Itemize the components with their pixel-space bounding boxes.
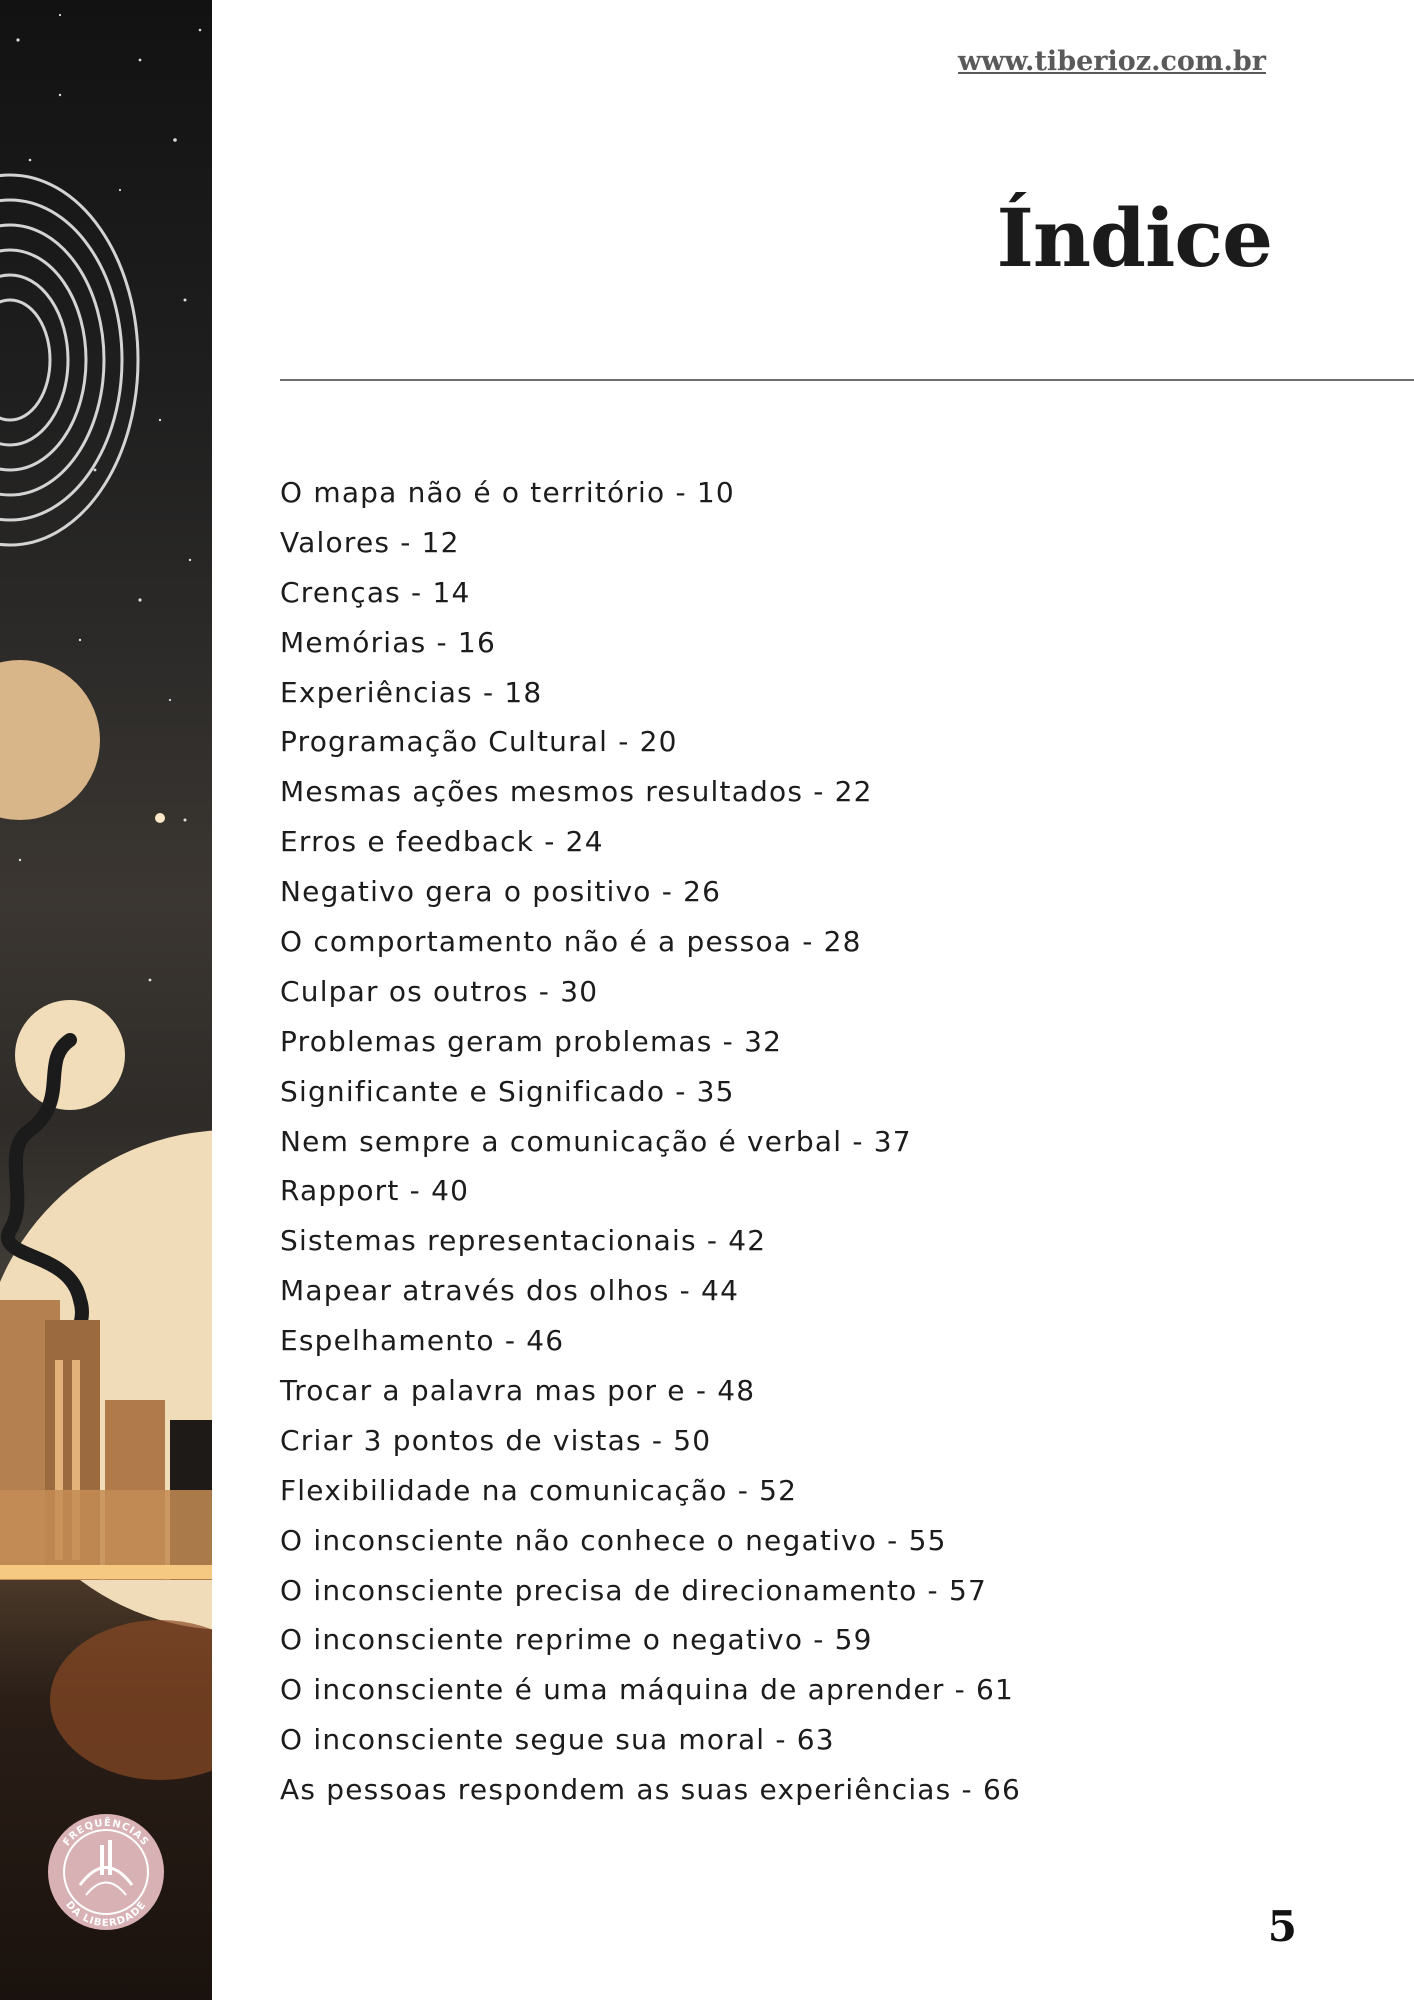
- swirl-lines: [0, 173, 140, 547]
- toc-item[interactable]: Sistemas representacionais - 42: [280, 1220, 1021, 1270]
- table-of-contents: O mapa não é o território - 10 Valores -…: [280, 472, 1021, 1819]
- page-number: 5: [1267, 1902, 1297, 1951]
- sidebar-artwork: FREQUÊNCIAS DA LIBERDADE: [0, 0, 212, 2000]
- toc-item[interactable]: O comportamento não é a pessoa - 28: [280, 921, 1021, 971]
- toc-item[interactable]: O inconsciente precisa de direcionamento…: [280, 1570, 1021, 1620]
- toc-item[interactable]: Crenças - 14: [280, 572, 1021, 622]
- toc-item[interactable]: Mapear através dos olhos - 44: [280, 1270, 1021, 1320]
- toc-item[interactable]: As pessoas respondem as suas experiência…: [280, 1769, 1021, 1819]
- page-title: Índice: [996, 191, 1273, 285]
- toc-item[interactable]: Erros e feedback - 24: [280, 821, 1021, 871]
- toc-item[interactable]: Nem sempre a comunicação é verbal - 37: [280, 1121, 1021, 1171]
- toc-item[interactable]: Criar 3 pontos de vistas - 50: [280, 1420, 1021, 1470]
- toc-item[interactable]: Programação Cultural - 20: [280, 721, 1021, 771]
- toc-item[interactable]: O mapa não é o território - 10: [280, 472, 1021, 522]
- toc-item[interactable]: O inconsciente não conhece o negativo - …: [280, 1520, 1021, 1570]
- toc-item[interactable]: Mesmas ações mesmos resultados - 22: [280, 771, 1021, 821]
- artwork-illustration: FREQUÊNCIAS DA LIBERDADE: [0, 13, 212, 1930]
- toc-item[interactable]: Flexibilidade na comunicação - 52: [280, 1470, 1021, 1520]
- moon-small: [15, 1000, 125, 1110]
- toc-item[interactable]: Espelhamento - 46: [280, 1320, 1021, 1370]
- toc-item[interactable]: Trocar a palavra mas por e - 48: [280, 1370, 1021, 1420]
- website-link[interactable]: www.tiberioz.com.br: [958, 46, 1266, 77]
- toc-item[interactable]: Significante e Significado - 35: [280, 1071, 1021, 1121]
- toc-item[interactable]: Culpar os outros - 30: [280, 971, 1021, 1021]
- title-divider: [280, 379, 1414, 381]
- toc-item[interactable]: Memórias - 16: [280, 622, 1021, 672]
- toc-item[interactable]: O inconsciente segue sua moral - 63: [280, 1719, 1021, 1769]
- moon-large: [0, 660, 100, 820]
- stars: [16, 13, 202, 1082]
- toc-item[interactable]: O inconsciente reprime o negativo - 59: [280, 1619, 1021, 1669]
- toc-item[interactable]: O inconsciente é uma máquina de aprender…: [280, 1669, 1021, 1719]
- toc-item[interactable]: Problemas geram problemas - 32: [280, 1021, 1021, 1071]
- small-star-glow: [155, 813, 165, 823]
- toc-item[interactable]: Experiências - 18: [280, 672, 1021, 722]
- toc-item[interactable]: Negativo gera o positivo - 26: [280, 871, 1021, 921]
- logo-seal: FREQUÊNCIAS DA LIBERDADE: [48, 1814, 164, 1930]
- warm-glow: [50, 1620, 212, 1780]
- toc-item[interactable]: Valores - 12: [280, 522, 1021, 572]
- toc-item[interactable]: Rapport - 40: [280, 1170, 1021, 1220]
